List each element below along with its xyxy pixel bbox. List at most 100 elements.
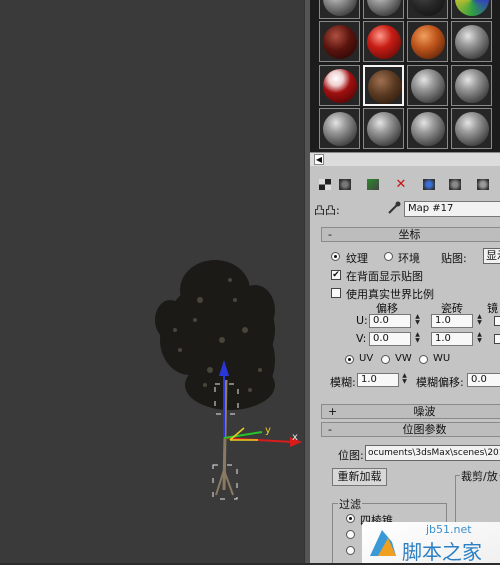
material-slot[interactable] — [319, 21, 360, 62]
blur-offset-label: 模糊偏移: — [416, 376, 464, 389]
map-name-field[interactable]: Map #17 — [404, 201, 500, 217]
assign-material-icon — [367, 178, 379, 190]
blur-spinner[interactable]: ▲ ▼ — [400, 373, 409, 387]
u-tiling-field[interactable]: 1.0 — [431, 314, 473, 328]
eyedropper-icon[interactable] — [386, 200, 402, 216]
material-sphere — [323, 25, 357, 59]
bitmap-params-rollout[interactable]: - 位图参数 — [321, 422, 500, 437]
material-slot[interactable] — [451, 65, 492, 106]
get-material-icon — [319, 178, 331, 190]
material-slot[interactable] — [407, 0, 448, 19]
show-back-checkbox[interactable]: ✔ — [331, 270, 341, 280]
material-sphere — [323, 112, 357, 146]
u-offset-field[interactable]: 0.0 — [369, 314, 411, 328]
put-to-scene-icon — [339, 178, 351, 190]
v-tiling-spinner[interactable]: ▲ ▼ — [475, 332, 484, 346]
rollout-collapse-sign: - — [328, 423, 332, 436]
material-sphere — [411, 0, 445, 16]
crop-label: 裁剪/放 — [460, 468, 499, 484]
u-label: U: — [356, 314, 368, 327]
sample-slots — [310, 0, 500, 152]
uv-label: UV — [359, 353, 374, 364]
copy-material-button[interactable] — [420, 176, 438, 192]
scroll-left-button[interactable]: ◀ — [314, 154, 324, 165]
texture-label: 纹理 — [346, 252, 368, 265]
delete-button[interactable]: ✕ — [392, 176, 410, 192]
real-world-checkbox[interactable] — [331, 288, 341, 298]
material-slot[interactable] — [363, 108, 404, 149]
material-slot[interactable] — [319, 108, 360, 149]
blur-offset-field[interactable]: 0.0 — [467, 373, 500, 387]
material-sphere — [323, 0, 357, 16]
material-sphere — [455, 0, 489, 16]
v-tiling-field[interactable]: 1.0 — [431, 332, 473, 346]
tree-model[interactable] — [0, 0, 306, 563]
u-mirror-checkbox[interactable] — [494, 316, 500, 326]
watermark-name: 脚本之家 — [402, 540, 482, 564]
v-offset-field[interactable]: 0.0 — [369, 332, 411, 346]
mirror-header: 镜 — [487, 302, 498, 315]
material-slot[interactable] — [363, 0, 404, 19]
u-tiling-spinner[interactable]: ▲ ▼ — [475, 314, 484, 328]
unique-button[interactable] — [446, 176, 464, 192]
vw-label: VW — [395, 353, 412, 364]
material-slot[interactable] — [363, 65, 404, 106]
wu-radio[interactable] — [419, 355, 428, 364]
vw-radio[interactable] — [381, 355, 390, 364]
site-logo — [370, 530, 396, 556]
bitmap-label: 位图: — [338, 449, 364, 462]
material-sphere — [411, 25, 445, 59]
filter-label: 过滤 — [338, 496, 362, 512]
material-slot[interactable] — [319, 65, 360, 106]
v-label: V: — [356, 332, 367, 345]
copy-material-icon — [423, 178, 435, 190]
show-back-label: 在背面显示贴图 — [346, 270, 423, 283]
material-sphere — [367, 0, 401, 16]
slots-scrollbar[interactable]: ◀ — [310, 152, 500, 166]
material-slot[interactable] — [451, 0, 492, 19]
uv-radio[interactable] — [345, 355, 354, 364]
material-slot[interactable] — [363, 21, 404, 62]
gizmo-x-label: x — [292, 432, 298, 443]
filter-none-radio[interactable] — [346, 546, 355, 555]
put-to-scene-button[interactable] — [336, 176, 354, 192]
mapping-label: 贴图: — [441, 252, 467, 265]
material-slot[interactable] — [451, 108, 492, 149]
environ-radio[interactable] — [384, 252, 393, 261]
coordinates-rollout[interactable]: - 坐标 — [321, 227, 500, 242]
wu-label: WU — [433, 353, 451, 364]
get-material-button[interactable] — [316, 176, 334, 192]
noise-rollout[interactable]: + 噪波 — [321, 404, 500, 419]
editor-toolbar: ✕ — [310, 173, 500, 195]
gizmo-y-label: y — [265, 425, 271, 436]
name-row: 凸凸: Map #17 — [310, 199, 500, 219]
u-offset-spinner[interactable]: ▲ ▼ — [413, 314, 422, 328]
material-library-button[interactable] — [474, 176, 492, 192]
reload-button[interactable]: 重新加载 — [332, 468, 387, 486]
material-slot[interactable] — [407, 65, 448, 106]
watermark-url: jb51.net — [426, 523, 472, 536]
texture-radio[interactable] — [331, 252, 340, 261]
rollout-title: 噪波 — [413, 405, 436, 418]
delete-icon: ✕ — [395, 176, 407, 192]
rollout-title: 坐标 — [398, 228, 421, 241]
filter-pyramidal-radio[interactable] — [346, 514, 355, 523]
material-slot[interactable] — [319, 0, 360, 19]
material-slot[interactable] — [407, 21, 448, 62]
filter-summed-radio[interactable] — [346, 530, 355, 539]
material-sphere — [323, 69, 357, 103]
unique-icon — [449, 178, 461, 190]
material-sphere — [411, 112, 445, 146]
assign-material-button[interactable] — [364, 176, 382, 192]
material-slot[interactable] — [407, 108, 448, 149]
mapping-dropdown[interactable]: 显示 — [483, 248, 500, 264]
blur-field[interactable]: 1.0 — [357, 373, 399, 387]
v-offset-spinner[interactable]: ▲ ▼ — [413, 332, 422, 346]
material-slot[interactable] — [451, 21, 492, 62]
blur-label: 模糊: — [330, 376, 356, 389]
viewport[interactable]: y x — [0, 0, 306, 563]
v-mirror-checkbox[interactable] — [494, 334, 500, 344]
material-sphere — [455, 69, 489, 103]
bitmap-path-button[interactable]: ocuments\3dsMax\scenes\2013 — [365, 445, 500, 461]
material-sphere — [455, 112, 489, 146]
